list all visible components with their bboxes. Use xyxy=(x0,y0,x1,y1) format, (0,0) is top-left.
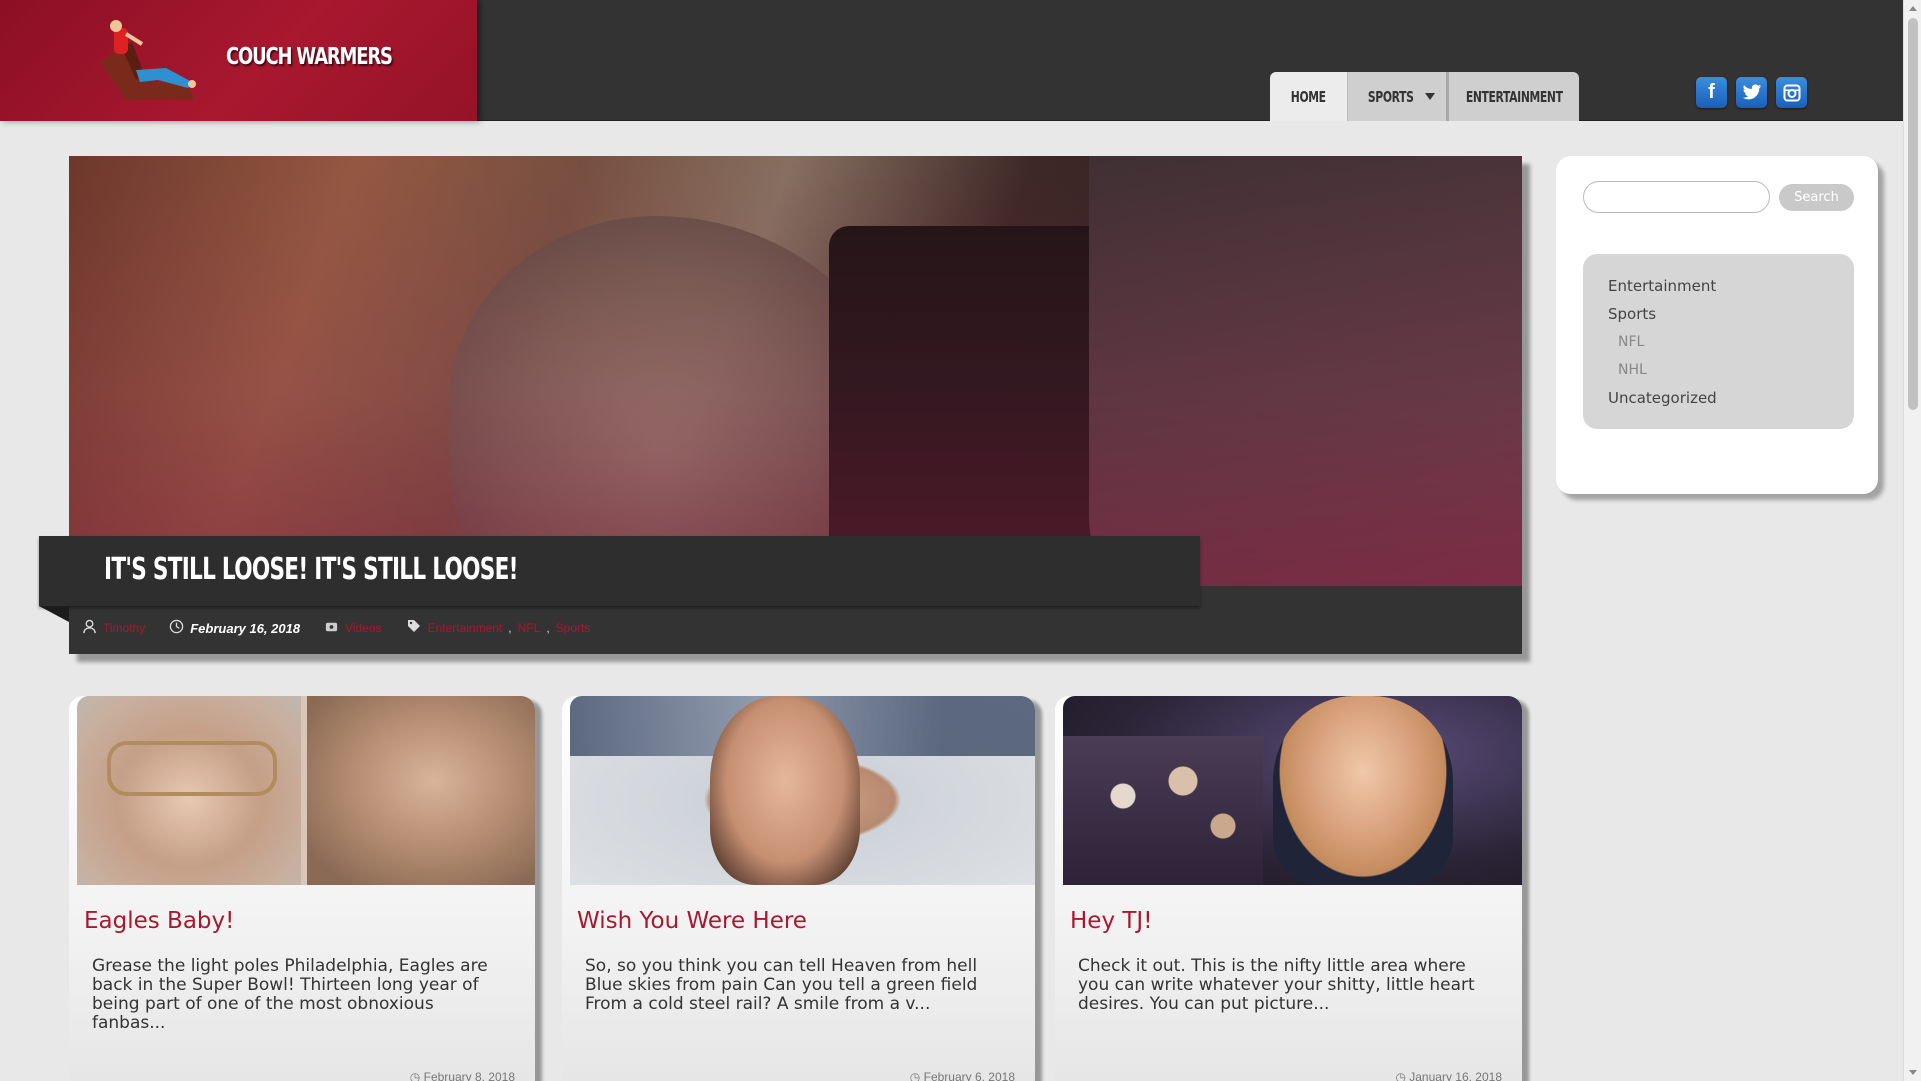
scroll-down-icon[interactable] xyxy=(1909,1070,1917,1075)
post-excerpt: Check it out. This is the nifty little a… xyxy=(1078,956,1475,1014)
post-category-nfl[interactable]: NFL xyxy=(518,621,541,635)
post-format[interactable]: Videos xyxy=(345,621,381,635)
nav-home[interactable]: HOME xyxy=(1270,72,1348,121)
face-center xyxy=(710,696,860,885)
category-nhl[interactable]: NHL xyxy=(1608,360,1854,388)
post-title[interactable]: Eagles Baby! xyxy=(84,908,234,934)
nav-sports-label: SPORTS xyxy=(1368,87,1414,106)
featured-title-bar: IT'S STILL LOOSE! IT'S STILL LOOSE! xyxy=(39,536,1200,622)
post-date-text: February 8, 2018 xyxy=(423,1070,515,1081)
post-card[interactable]: Wish You Were Here So, so you think you … xyxy=(562,696,1035,1081)
post-thumbnail[interactable] xyxy=(77,696,535,885)
sidebar: Search Entertainment Sports NFL NHL Unca… xyxy=(1556,156,1878,494)
post-date: ◷ February 8, 2018 xyxy=(410,1070,515,1081)
category-sports[interactable]: Sports xyxy=(1608,304,1854,332)
post-card[interactable]: Eagles Baby! Grease the light poles Phil… xyxy=(69,696,535,1081)
nav-home-label: HOME xyxy=(1291,87,1326,106)
post-category-entertainment[interactable]: Entertainment xyxy=(428,621,503,635)
search-button[interactable]: Search xyxy=(1779,184,1854,211)
crowd-shape xyxy=(1063,736,1263,885)
category-entertainment[interactable]: Entertainment xyxy=(1608,276,1854,304)
face-singer xyxy=(1273,696,1453,885)
post-thumbnail[interactable] xyxy=(1063,696,1522,885)
tag-icon xyxy=(406,618,422,638)
instagram-icon[interactable] xyxy=(1776,77,1807,108)
site-header: COUCH WARMERS HOME SPORTS ENTERTAINMENT … xyxy=(0,0,1903,121)
featured-title[interactable]: IT'S STILL LOOSE! IT'S STILL LOOSE! xyxy=(104,552,518,587)
social-links: f xyxy=(1696,77,1807,108)
post-date: February 16, 2018 xyxy=(190,620,301,636)
post-category-sports[interactable]: Sports xyxy=(556,621,591,635)
site-title[interactable]: COUCH WARMERS xyxy=(226,44,393,70)
twitter-icon[interactable] xyxy=(1736,77,1767,108)
scroll-up-icon[interactable] xyxy=(1909,6,1917,11)
category-list: Entertainment Sports NFL NHL Uncategoriz… xyxy=(1583,254,1854,429)
post-excerpt: So, so you think you can tell Heaven fro… xyxy=(585,956,978,1014)
post-date: ◷ January 16, 2018 xyxy=(1395,1070,1502,1081)
post-title[interactable]: Wish You Were Here xyxy=(577,908,807,934)
post-author[interactable]: Timothy xyxy=(103,621,145,635)
post-title[interactable]: Hey TJ! xyxy=(1070,908,1152,934)
post-card[interactable]: Hey TJ! Check it out. This is the nifty … xyxy=(1055,696,1522,1081)
brand-block[interactable]: COUCH WARMERS xyxy=(0,0,477,121)
search-input[interactable] xyxy=(1583,181,1770,213)
clock-icon xyxy=(169,619,184,638)
post-date: ◷ February 6, 2018 xyxy=(910,1070,1015,1081)
post-excerpt: Grease the light poles Philadelphia, Eag… xyxy=(92,956,488,1033)
nav-entertainment-label: ENTERTAINMENT xyxy=(1465,87,1563,106)
post-thumbnail[interactable] xyxy=(570,696,1035,885)
featured-meta: Timothy February 16, 2018 Videos Enterta… xyxy=(82,618,590,638)
video-format-icon xyxy=(324,619,339,638)
chevron-down-icon xyxy=(1424,93,1435,100)
post-date-text: February 6, 2018 xyxy=(923,1070,1015,1081)
category-uncategorized[interactable]: Uncategorized xyxy=(1608,388,1854,416)
main-nav: HOME SPORTS ENTERTAINMENT xyxy=(1270,72,1579,121)
nav-entertainment[interactable]: ENTERTAINMENT xyxy=(1449,72,1579,121)
post-date-text: January 16, 2018 xyxy=(1409,1070,1502,1081)
featured-image[interactable] xyxy=(69,156,1522,586)
user-icon xyxy=(82,619,97,638)
face-right xyxy=(307,696,535,885)
facebook-icon[interactable]: f xyxy=(1696,77,1727,108)
nav-sports[interactable]: SPORTS xyxy=(1348,72,1449,121)
couch-logo xyxy=(100,20,196,100)
glasses-shape xyxy=(107,741,277,796)
page-scrollbar[interactable] xyxy=(1903,0,1921,1081)
category-nfl[interactable]: NFL xyxy=(1608,332,1854,360)
scrollbar-thumb[interactable] xyxy=(1908,18,1918,410)
image-tint xyxy=(69,156,1522,586)
